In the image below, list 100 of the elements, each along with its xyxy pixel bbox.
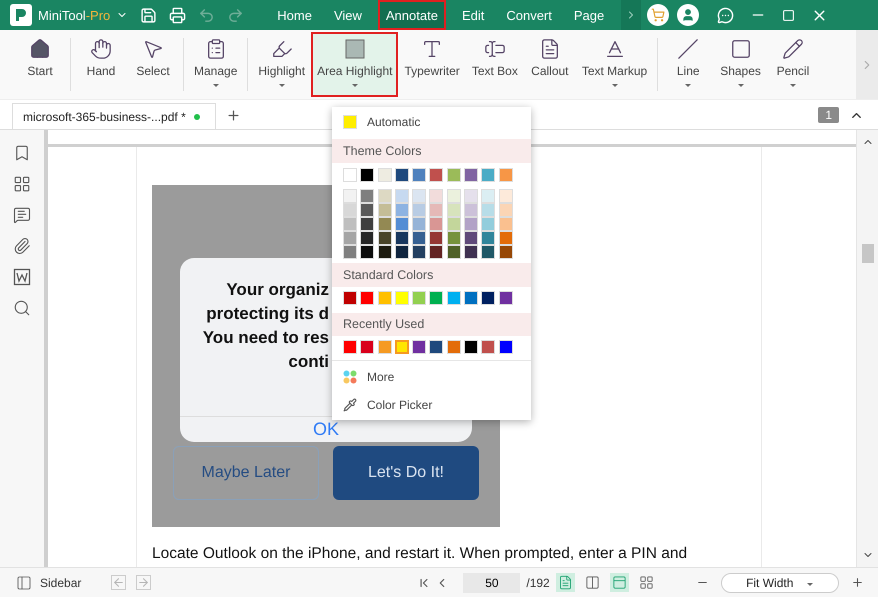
color-swatch[interactable]	[481, 340, 496, 354]
color-swatch[interactable]	[481, 216, 496, 231]
color-swatch[interactable]	[343, 202, 357, 217]
automatic-option[interactable]: Automatic	[332, 111, 531, 133]
chat-icon[interactable]	[717, 6, 734, 24]
color-swatch[interactable]	[412, 188, 426, 203]
comment-icon[interactable]	[13, 206, 31, 224]
color-swatch[interactable]	[343, 188, 357, 203]
color-swatch[interactable]	[412, 340, 426, 354]
zoom-in-icon[interactable]	[850, 576, 864, 589]
color-swatch[interactable]	[498, 244, 513, 259]
color-swatch[interactable]	[360, 230, 374, 245]
bookmark-icon[interactable]	[13, 144, 31, 162]
user-icon[interactable]	[677, 4, 700, 26]
view-mode-button[interactable]	[556, 573, 575, 592]
color-swatch[interactable]	[464, 202, 478, 217]
menu-tab[interactable]: Convert	[500, 0, 558, 30]
menu-tab[interactable]: Annotate	[378, 0, 446, 30]
color-swatch[interactable]	[446, 230, 461, 245]
tool-button[interactable]: Manage	[188, 32, 244, 97]
tool-button[interactable]: Start	[14, 32, 66, 97]
color-swatch[interactable]	[464, 244, 478, 259]
color-swatch[interactable]	[360, 168, 374, 182]
color-swatch[interactable]	[464, 188, 478, 203]
color-swatch[interactable]	[378, 244, 392, 259]
color-swatch[interactable]	[498, 290, 513, 305]
color-swatch[interactable]	[446, 340, 461, 354]
word-file-icon[interactable]	[13, 268, 31, 286]
color-swatch[interactable]	[498, 202, 513, 217]
color-swatch[interactable]	[343, 244, 357, 259]
color-swatch[interactable]	[446, 188, 461, 203]
color-swatch[interactable]	[343, 216, 357, 231]
add-tab-icon[interactable]	[226, 108, 241, 123]
color-swatch[interactable]	[464, 168, 478, 182]
tool-button[interactable]: Line	[662, 32, 714, 97]
color-swatch[interactable]	[394, 230, 409, 245]
color-swatch[interactable]	[360, 216, 374, 231]
color-swatch[interactable]	[446, 290, 461, 305]
color-swatch[interactable]	[464, 340, 478, 354]
color-swatch[interactable]	[446, 216, 461, 231]
color-swatch[interactable]	[464, 230, 478, 245]
color-swatch[interactable]	[429, 202, 444, 217]
zoom-select[interactable]: Fit Width	[720, 572, 839, 592]
color-swatch[interactable]	[360, 290, 374, 305]
menu-tab[interactable]: View	[328, 0, 368, 30]
color-swatch[interactable]	[378, 340, 392, 354]
color-swatch[interactable]	[343, 340, 357, 354]
color-swatch[interactable]	[464, 290, 478, 305]
color-swatch[interactable]	[429, 290, 444, 305]
color-swatch[interactable]	[394, 216, 409, 231]
tool-button[interactable]: Pencil	[766, 32, 819, 97]
color-swatch[interactable]	[429, 244, 444, 259]
color-swatch[interactable]	[498, 168, 513, 182]
color-swatch[interactable]	[464, 216, 478, 231]
color-swatch[interactable]	[360, 188, 374, 203]
save-icon[interactable]	[140, 6, 158, 24]
color-swatch[interactable]	[360, 202, 374, 217]
color-swatch[interactable]	[343, 168, 357, 182]
tool-button[interactable]: Hand	[75, 32, 127, 97]
document-tab[interactable]: microsoft-365-business-...pdf *	[12, 103, 216, 129]
color-swatch[interactable]	[378, 230, 392, 245]
color-swatch[interactable]	[412, 168, 426, 182]
color-swatch[interactable]	[446, 168, 461, 182]
color-swatch[interactable]	[498, 230, 513, 245]
color-swatch[interactable]	[394, 244, 409, 259]
color-swatch[interactable]	[394, 340, 409, 354]
color-swatch[interactable]	[429, 230, 444, 245]
color-swatch[interactable]	[394, 202, 409, 217]
color-swatch[interactable]	[498, 188, 513, 203]
color-swatch[interactable]	[378, 290, 392, 305]
color-swatch[interactable]	[378, 188, 392, 203]
color-swatch[interactable]	[378, 216, 392, 231]
menu-tab[interactable]: Edit	[456, 0, 490, 30]
color-swatch[interactable]	[412, 230, 426, 245]
menu-tab[interactable]: Page	[568, 0, 610, 30]
color-swatch[interactable]	[412, 202, 426, 217]
color-swatch[interactable]	[429, 188, 444, 203]
color-swatch[interactable]	[498, 340, 513, 354]
tool-button[interactable]: Callout	[524, 32, 576, 97]
color-swatch[interactable]	[481, 230, 496, 245]
tool-button[interactable]: Highlight	[252, 32, 312, 97]
color-swatch[interactable]	[446, 244, 461, 259]
paperclip-icon[interactable]	[13, 237, 31, 255]
color-swatch[interactable]	[429, 168, 444, 182]
cart-icon[interactable]	[647, 4, 670, 26]
color-swatch[interactable]	[378, 168, 392, 182]
search-icon[interactable]	[13, 299, 31, 317]
maximize-icon[interactable]	[782, 8, 796, 22]
scrollbar-thumb[interactable]	[862, 244, 874, 263]
tool-button[interactable]: Text Markup	[576, 32, 654, 97]
color-swatch[interactable]	[394, 290, 409, 305]
tool-button[interactable]: Area Highlight	[311, 32, 398, 97]
page-number-field[interactable]: 50	[463, 572, 520, 592]
color-swatch[interactable]	[429, 216, 444, 231]
color-swatch[interactable]	[360, 244, 374, 259]
tool-button[interactable]: Shapes	[714, 32, 767, 97]
color-swatch[interactable]	[446, 202, 461, 217]
tool-button[interactable]: Text Box	[466, 32, 524, 97]
color-swatch[interactable]	[481, 244, 496, 259]
view-mode-button[interactable]	[610, 573, 629, 592]
